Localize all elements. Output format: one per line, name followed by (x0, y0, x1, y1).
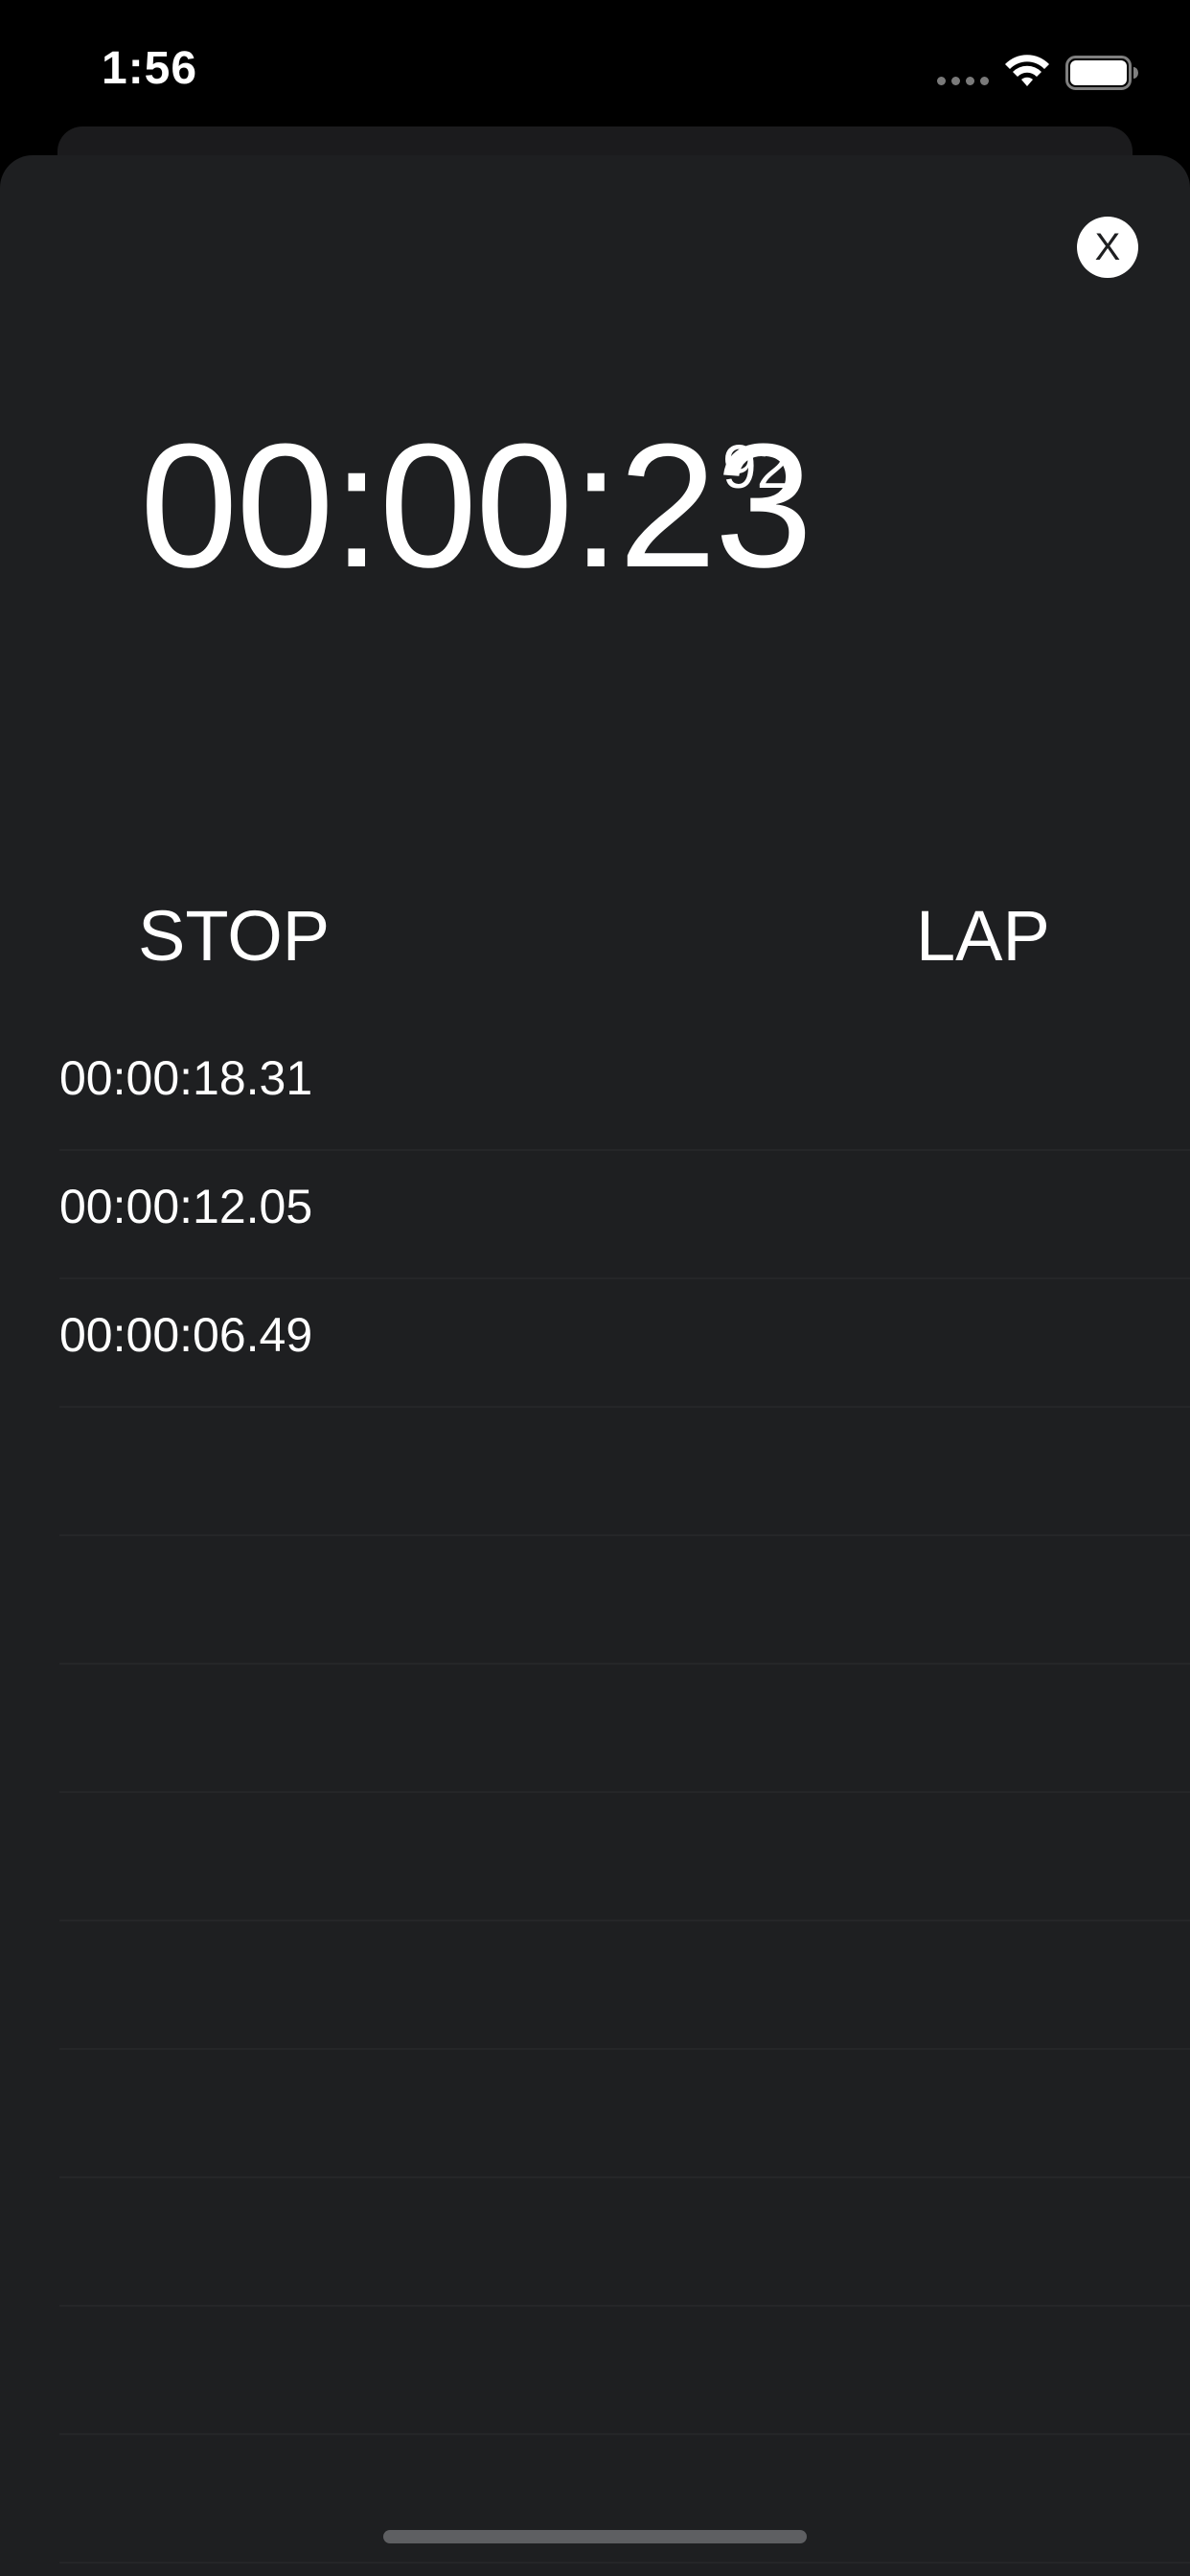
lap-row: 00:00:12.05 (59, 1151, 1190, 1279)
lap-row (59, 2564, 1190, 2576)
lap-row (59, 1408, 1190, 1536)
signal-dots-icon (937, 77, 991, 86)
battery-icon (1065, 56, 1138, 90)
lap-time: 00:00:12.05 (59, 1180, 313, 1233)
lap-row: 00:00:06.49 (59, 1279, 1190, 1408)
timer-hundredths: 92 (722, 432, 791, 501)
stopwatch-sheet: X 00:00:23 92 STOP LAP 00:00:18.31 00:00… (0, 155, 1190, 2576)
home-indicator[interactable] (383, 2530, 807, 2543)
timer-main: 00:00:23 (140, 406, 812, 604)
lap-row (59, 2050, 1190, 2178)
lap-time: 00:00:06.49 (59, 1308, 313, 1362)
lap-row (59, 1536, 1190, 1665)
close-button[interactable]: X (1077, 217, 1138, 278)
lap-row (59, 2178, 1190, 2307)
lap-button[interactable]: LAP (916, 893, 1050, 979)
status-bar: 1:56 (0, 0, 1190, 134)
lap-row (59, 1793, 1190, 1921)
lap-list[interactable]: 00:00:18.31 00:00:12.05 00:00:06.49 (0, 1023, 1190, 2576)
stop-button[interactable]: STOP (138, 893, 330, 979)
status-time: 1:56 (102, 43, 198, 94)
lap-row (59, 1921, 1190, 2050)
lap-time: 00:00:18.31 (59, 1051, 313, 1105)
wifi-icon (1005, 55, 1049, 86)
lap-row (59, 2307, 1190, 2435)
lap-row: 00:00:18.31 (59, 1023, 1190, 1151)
lap-row (59, 2435, 1190, 2564)
lap-row (59, 1665, 1190, 1793)
